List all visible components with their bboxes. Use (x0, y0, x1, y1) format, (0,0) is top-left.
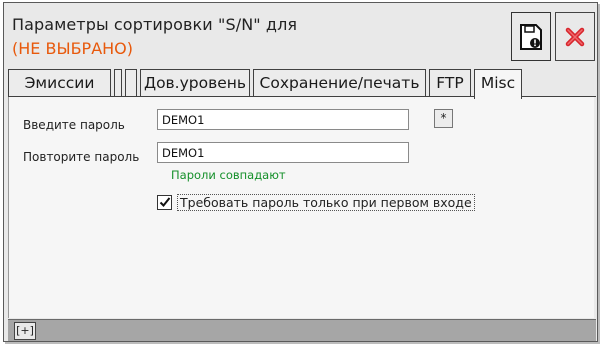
require-password-label[interactable]: Требовать пароль только при первом входе (177, 193, 475, 211)
settings-window: Параметры сортировки "S/N" для (НЕ ВЫБРА… (3, 2, 598, 342)
misc-tab-panel: Введите пароль * Повторите пароль Пароли… (8, 97, 594, 318)
save-icon (520, 23, 542, 50)
tab-confidence-level[interactable]: Дов.уровень (140, 69, 250, 96)
tab-strip: Эмиссии Дов.уровень Сохранение/печать FT… (8, 69, 596, 99)
tab-unnamed-2[interactable] (125, 69, 137, 96)
password-label: Введите пароль (23, 118, 125, 132)
save-button[interactable] (511, 12, 551, 61)
tab-emissions[interactable]: Эмиссии (8, 69, 111, 96)
expand-button[interactable]: [+] (14, 322, 36, 340)
password-field[interactable] (157, 109, 409, 130)
window-header: Параметры сортировки "S/N" для (НЕ ВЫБРА… (4, 3, 597, 69)
repeat-password-field[interactable] (157, 142, 409, 163)
tab-unnamed-1[interactable] (114, 69, 122, 96)
close-icon (565, 27, 585, 46)
tab-misc[interactable]: Misc (474, 69, 522, 99)
page-title: Параметры сортировки "S/N" для (12, 15, 298, 34)
password-match-status: Пароли совпадают (171, 168, 286, 182)
tab-save-print[interactable]: Сохранение/печать (253, 69, 426, 96)
require-password-option[interactable]: Требовать пароль только при первом входе (157, 193, 475, 211)
require-password-checkbox[interactable] (157, 194, 172, 210)
status-bar: [+] (8, 319, 596, 341)
repeat-password-label: Повторите пароль (23, 150, 140, 164)
close-button[interactable] (555, 12, 595, 61)
selection-status: (НЕ ВЫБРАНО) (12, 39, 133, 58)
tab-ftp[interactable]: FTP (429, 69, 471, 96)
checkmark-icon (159, 197, 170, 207)
show-password-button[interactable]: * (434, 109, 453, 128)
